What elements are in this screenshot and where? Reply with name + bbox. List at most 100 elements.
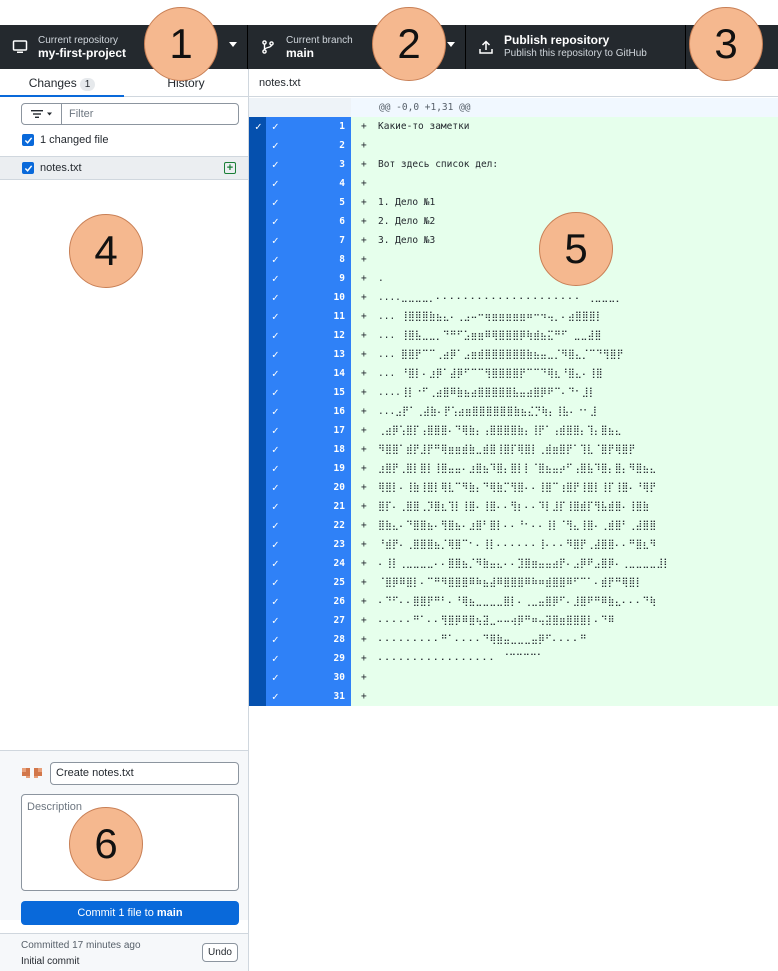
diff-line[interactable]: ✓ 8 + xyxy=(249,250,778,269)
line-select-gutter[interactable]: ✓ xyxy=(249,117,266,136)
diff-line[interactable]: ✓ 26 + ⠄⠙⠋⠄⠄⣿⣿⡟⠛⠃⠄⠘⢿⣦⣀⣀⣀⣀⣿⡇⠄⢀⣀⣤⣿⡿⠋⠄⣸⣿⠟⠛⠿⣷⣄⠄… xyxy=(249,592,778,611)
diff-line[interactable]: ✓ 5 +1. Дело №1 xyxy=(249,193,778,212)
diff-line[interactable]: ✓ 17 + ⢀⣴⡿⢡⣿⡏⢠⣿⣿⣿⠄⠙⢿⣷⡄⢠⣿⣿⣿⣿⣷⡄⢸⡟⠁⢠⣾⣿⣿⡄⢹⡄⣿⣦⣄ xyxy=(249,421,778,440)
diff-line[interactable]: ✓ ✓ 1 + Какие-то заметки xyxy=(249,117,778,136)
filter-options-button[interactable] xyxy=(22,104,62,124)
line-select-gutter[interactable] xyxy=(249,326,266,345)
line-include-checkbox[interactable]: ✓ xyxy=(266,554,315,573)
line-select-gutter[interactable] xyxy=(249,478,266,497)
line-select-gutter[interactable] xyxy=(249,497,266,516)
diff-line[interactable]: ✓ 30 + xyxy=(249,668,778,687)
line-include-checkbox[interactable]: ✓ xyxy=(266,326,315,345)
select-all-checkbox[interactable] xyxy=(22,134,34,146)
line-select-gutter[interactable] xyxy=(249,649,266,668)
file-checkbox[interactable] xyxy=(22,162,34,174)
diff-line[interactable]: ✓ 2 + xyxy=(249,136,778,155)
diff-line[interactable]: ✓ 19 + ⣰⣿⡟⢀⣿⡇⣿⡇⢸⣿⣤⣤⠄⣰⣿⣦⠹⣿⡄⣿⡇⡇⠈⣿⣦⣤⡴⠋⢠⣿⣧⠹⣿⡄⣿⡄… xyxy=(249,459,778,478)
line-select-gutter[interactable] xyxy=(249,402,266,421)
line-include-checkbox[interactable]: ✓ xyxy=(266,136,315,155)
diff-line[interactable]: ✓ 7 +3. Дело №3 xyxy=(249,231,778,250)
line-select-gutter[interactable] xyxy=(249,630,266,649)
line-include-checkbox[interactable]: ✓ xyxy=(266,345,315,364)
line-select-gutter[interactable] xyxy=(249,668,266,687)
line-select-gutter[interactable] xyxy=(249,231,266,250)
diff-line[interactable]: ✓ 11 + ... ⢸⣿⣿⣿⣷⣦⣄⠄⢀⣠⠤⠒⢶⣶⣶⣶⣶⣶⠶⠒⠲⢤⡀⠄⣴⣿⣿⣿⡇ xyxy=(249,307,778,326)
changed-file-row[interactable]: notes.txt + xyxy=(0,156,248,180)
line-include-checkbox[interactable]: ✓ xyxy=(266,421,315,440)
line-select-gutter[interactable] xyxy=(249,383,266,402)
line-select-gutter[interactable] xyxy=(249,535,266,554)
line-include-checkbox[interactable]: ✓ xyxy=(266,288,315,307)
line-include-checkbox[interactable]: ✓ xyxy=(266,535,315,554)
line-include-checkbox[interactable]: ✓ xyxy=(266,516,315,535)
line-select-gutter[interactable] xyxy=(249,592,266,611)
diff-line[interactable]: ✓ 16 + ...⣠⡟⠁⢀⣼⣷⠄⡟⢡⣴⣶⣿⣿⣿⣿⣿⣿⣷⣦⣌⡙⢷⡄⢸⣧⠄⠐⠂⣸ xyxy=(249,402,778,421)
commit-button[interactable]: Commit 1 file to main xyxy=(21,901,239,925)
line-include-checkbox[interactable]: ✓ xyxy=(266,250,315,269)
line-select-gutter[interactable] xyxy=(249,212,266,231)
publish-repository-button[interactable]: Publish repository Publish this reposito… xyxy=(466,25,686,69)
line-include-checkbox[interactable]: ✓ xyxy=(266,117,315,136)
diff-line[interactable]: ✓ 21 + ⣿⡏⠄⢀⣿⣿⢀⡹⣿⣆⢹⡇⢸⣿⠄⢸⣿⠄⠄⢻⡆⠄⠄⠹⡇⣸⡏⢸⣿⣾⡏⢻⣧⣾⣿⠄… xyxy=(249,497,778,516)
filter-input[interactable] xyxy=(62,108,232,120)
line-select-gutter[interactable] xyxy=(249,269,266,288)
diff-line[interactable]: ✓ 27 + ⠄⠄⠄⠄⠄⠛⠁⠄⠄⢻⣿⡿⠿⣿⢦⣽⣀⠤⠤⢴⡿⠛⠶⢤⣽⣿⣶⣿⣿⣿⡇⠄⠙⠿ xyxy=(249,611,778,630)
tab-changes[interactable]: Changes 1 xyxy=(0,69,124,97)
line-select-gutter[interactable] xyxy=(249,364,266,383)
diff-line[interactable]: ✓ 6 +2. Дело №2 xyxy=(249,212,778,231)
line-include-checkbox[interactable]: ✓ xyxy=(266,649,315,668)
line-select-gutter[interactable] xyxy=(249,516,266,535)
line-include-checkbox[interactable]: ✓ xyxy=(266,497,315,516)
line-include-checkbox[interactable]: ✓ xyxy=(266,231,315,250)
line-select-gutter[interactable] xyxy=(249,554,266,573)
line-include-checkbox[interactable]: ✓ xyxy=(266,630,315,649)
line-include-checkbox[interactable]: ✓ xyxy=(266,573,315,592)
diff-line[interactable]: ✓ 28 + ⠄⠄⠄⠄⠄⠄⠄⠄⠄⠛⠁⠄⠄⠄⠄⠙⢿⣷⣤⣀⣀⣀⣤⡿⠋⠄⠄⠄⠄⠛ xyxy=(249,630,778,649)
diff-line[interactable]: ✓ 20 + ⢿⣿⡇⠄⢸⣷⢸⣿⡇⢿⣇⠉⠻⣷⡄⠙⢿⣷⡉⢻⣿⠄⠄⢸⣿⠉⢰⣿⡟⢸⣿⡇⢸⡏⢸⣿… xyxy=(249,478,778,497)
line-select-gutter[interactable] xyxy=(249,193,266,212)
line-select-gutter[interactable] xyxy=(249,421,266,440)
diff-line[interactable]: ✓ 9 +. xyxy=(249,269,778,288)
line-select-gutter[interactable] xyxy=(249,440,266,459)
line-select-gutter[interactable] xyxy=(249,573,266,592)
diff-line[interactable]: ✓ 14 + ... ⠘⣿⡇⠄⣰⡿⠁⣼⡿⠋⠉⠉⢻⣿⣿⣿⣿⡟⠉⠉⠙⢿⣆⠘⣿⣄⠄⢸⣿ xyxy=(249,364,778,383)
diff-line[interactable]: ✓ 12 + ... ⢸⣿⣧⣀⣀⡀⠙⠛⠋⣡⣶⣶⠿⢿⣿⣿⣿⡿⢷⣾⣦⣍⠛⠋ ⣀⣀⣼⣿ xyxy=(249,326,778,345)
line-select-gutter[interactable] xyxy=(249,155,266,174)
line-include-checkbox[interactable]: ✓ xyxy=(266,193,315,212)
diff-line[interactable]: ✓ 24 + ⠄⢸⡇⢀⣀⣀⣀⣀⠄⠄⣿⣿⣦⡈⠻⣷⣤⣄⠄⠄⣹⣿⣶⣤⣤⣴⡟⠄⣠⡿⠟⣠⣿⡿⠄⢀… xyxy=(249,554,778,573)
undo-button[interactable]: Undo xyxy=(202,943,238,962)
line-include-checkbox[interactable]: ✓ xyxy=(266,611,315,630)
line-include-checkbox[interactable]: ✓ xyxy=(266,402,315,421)
line-include-checkbox[interactable]: ✓ xyxy=(266,440,315,459)
line-include-checkbox[interactable]: ✓ xyxy=(266,383,315,402)
diff-line[interactable]: ✓ 3 + Вот здесь список дел: xyxy=(249,155,778,174)
line-include-checkbox[interactable]: ✓ xyxy=(266,459,315,478)
line-select-gutter[interactable] xyxy=(249,136,266,155)
diff-line[interactable]: ✓ 10 + ....⣀⣀⣀⣀⡀⠄⠄⠄⠄⠄⠄⠄⠄⠄⠄⠄⠄⠄⠄⠄⠄⠄⠄⠄⠄⠄ ⢀⣀⣀⣀⡀ xyxy=(249,288,778,307)
line-select-gutter[interactable] xyxy=(249,250,266,269)
diff-line[interactable]: ✓ 31 + xyxy=(249,687,778,706)
diff-line[interactable]: ✓ 18 + ⠻⣿⣿⠁⣾⡟⣸⡟⠛⢿⣶⣶⣾⣷⣀⣾⣿⢸⣿⡏⢿⣿⡇⢀⣾⣶⣿⡟⠁⢹⣇⠈⣿⡟⢿⣿… xyxy=(249,440,778,459)
commit-summary-input[interactable]: Create notes.txt xyxy=(50,762,239,785)
line-select-gutter[interactable] xyxy=(249,307,266,326)
line-include-checkbox[interactable]: ✓ xyxy=(266,364,315,383)
line-include-checkbox[interactable]: ✓ xyxy=(266,307,315,326)
line-include-checkbox[interactable]: ✓ xyxy=(266,478,315,497)
line-select-gutter[interactable] xyxy=(249,345,266,364)
line-select-gutter[interactable] xyxy=(249,459,266,478)
line-include-checkbox[interactable]: ✓ xyxy=(266,592,315,611)
diff-line[interactable]: ✓ 25 + ⠈⣿⡿⠿⣿⡇⠄⠉⠛⠻⣿⣿⣿⠿⠷⣦⣼⠿⣿⣿⣿⠿⠷⠶⣾⣿⣿⠿⠋⠉⠁⠄⣾⡟⠛⢿… xyxy=(249,573,778,592)
diff-line[interactable]: ✓ 13 + ... ⣿⣿⡟⠉⠉⢀⣴⡿⠁⣠⣶⣾⣿⣿⣿⣿⣿⣿⣷⣦⣤⣀⡈⠻⣿⣄⡈⠉⠙⢻⣿⡟ xyxy=(249,345,778,364)
line-select-gutter[interactable] xyxy=(249,611,266,630)
line-include-checkbox[interactable]: ✓ xyxy=(266,174,315,193)
line-include-checkbox[interactable]: ✓ xyxy=(266,269,315,288)
line-select-gutter[interactable] xyxy=(249,174,266,193)
diff-line[interactable]: ✓ 15 + ....⢸⡇⠐⠋⢀⣴⣿⠿⣷⣦⣴⣿⣿⣿⣿⣿⣧⣤⣴⣿⡿⠟⠉⠄⠙⠂⣸⡇ xyxy=(249,383,778,402)
line-include-checkbox[interactable]: ✓ xyxy=(266,668,315,687)
diff-line[interactable]: ✓ 4 + xyxy=(249,174,778,193)
line-select-gutter[interactable] xyxy=(249,687,266,706)
diff-line[interactable]: ✓ 29 + ⠄⠄⠄⠄⠄⠄⠄⠄⠄⠄⠄⠄⠄⠄⠄⠄⠄ ⠈⠉⠉⠉⠉⠁ xyxy=(249,649,778,668)
line-include-checkbox[interactable]: ✓ xyxy=(266,155,315,174)
line-include-checkbox[interactable]: ✓ xyxy=(266,212,315,231)
diff-line[interactable]: ✓ 22 + ⣿⣷⣄⠄⠙⣿⣿⣦⠄⢻⣿⣦⠄⣰⣿⠃⣿⡇⠄⠄⠘⠂⠄⠄⢸⡇⠈⢻⣄⢸⣿⠄⢀⣾⣿⠃… xyxy=(249,516,778,535)
